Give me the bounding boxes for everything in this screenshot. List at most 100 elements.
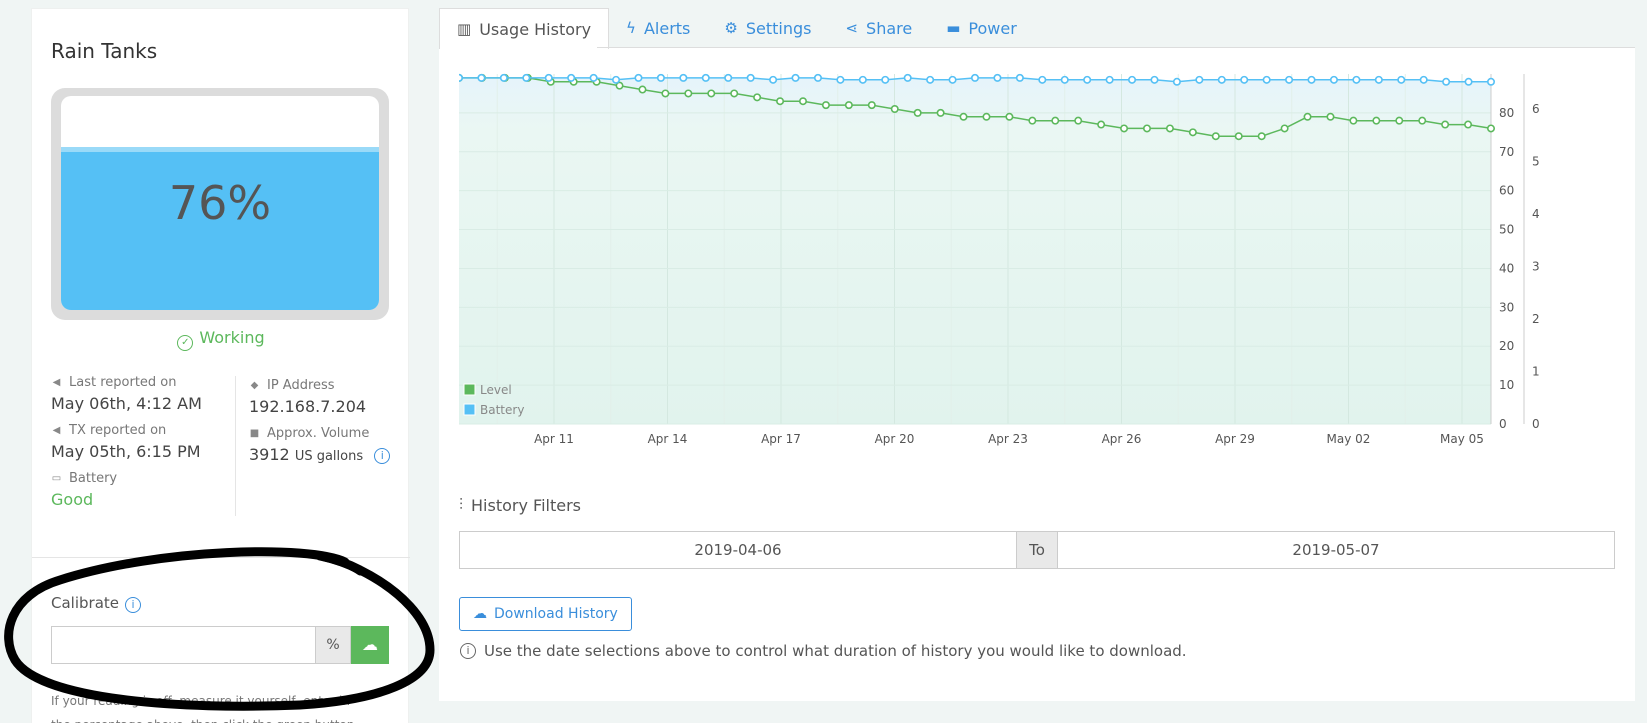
data-point-battery xyxy=(1442,77,1451,86)
device-card: Rain Tanks 76% ✓ Working ◀ Last reported o… xyxy=(31,8,410,723)
chart-area-fill xyxy=(459,77,1491,425)
network-info: ◆ IP Address 192.168.7.204 ■ Approx. Volum… xyxy=(235,376,407,516)
tab-label: Share xyxy=(866,18,913,38)
filters-title-text: History Filters xyxy=(471,495,581,515)
data-point-level xyxy=(1051,116,1060,125)
calibrate-submit-button[interactable]: ☁ xyxy=(351,626,389,664)
data-point-level xyxy=(1487,124,1496,133)
tab-underline xyxy=(597,47,1635,48)
data-point-battery xyxy=(903,73,912,82)
tab-power[interactable]: ▬ Power xyxy=(929,8,1034,48)
data-point-battery xyxy=(679,73,688,82)
ip-value: 192.168.7.204 xyxy=(249,397,367,416)
data-point-level xyxy=(730,89,739,98)
data-point-battery xyxy=(656,73,665,82)
tab-share[interactable]: ⋖ Share xyxy=(828,8,929,48)
data-point-battery xyxy=(1487,77,1496,86)
data-point-battery xyxy=(1038,75,1047,84)
last-reported-value: May 06th, 4:12 AM xyxy=(51,394,202,413)
y-left-tick-label: 20 xyxy=(1499,339,1514,353)
data-point-battery xyxy=(522,73,531,82)
status-text: Working xyxy=(199,328,265,347)
data-point-battery xyxy=(746,73,755,82)
data-point-battery xyxy=(1128,75,1137,84)
data-point-battery xyxy=(836,75,845,84)
data-point-battery xyxy=(1419,75,1428,84)
filters-title: ⫶ History Filters xyxy=(459,495,581,515)
info-icon[interactable]: i xyxy=(125,597,141,613)
info-icon: i xyxy=(460,643,476,659)
data-point-battery xyxy=(589,73,598,82)
tab-bar: ▥ Usage History ϟ Alerts ⚙ Settings ⋖ Share … xyxy=(439,8,1034,49)
data-point-level xyxy=(1418,116,1427,125)
data-point-level xyxy=(1349,116,1358,125)
calibrate-label-row: Calibrate i xyxy=(51,594,141,613)
y-left-tick-label: 0 xyxy=(1499,417,1507,431)
data-point-level xyxy=(1257,132,1266,141)
data-point-level xyxy=(982,112,991,121)
data-point-battery xyxy=(477,73,486,82)
chart-svg: Apr 11 Apr 14 Apr 17 Apr 20 Apr 23 Apr 26 Apr … xyxy=(459,73,1540,446)
data-point-battery xyxy=(1083,75,1092,84)
battery-icon: ▭ xyxy=(51,472,62,484)
data-point-battery xyxy=(1172,77,1181,86)
date-to-addon: To xyxy=(1016,532,1058,568)
data-point-level xyxy=(798,97,807,106)
x-tick-label: Apr 26 xyxy=(1102,432,1142,446)
cloud-upload-icon: ☁ xyxy=(362,635,378,654)
tab-usage-history[interactable]: ▥ Usage History xyxy=(439,8,610,49)
data-point-battery xyxy=(858,75,867,84)
data-point-level xyxy=(1074,116,1083,125)
status-indicator: ✓ Working xyxy=(32,328,410,351)
data-point-level xyxy=(1142,124,1151,133)
data-point-battery xyxy=(1374,75,1383,84)
data-point-level xyxy=(1120,124,1129,133)
gear-icon: ⚙ xyxy=(724,19,738,37)
tab-label: Settings xyxy=(745,18,812,38)
cube-icon: ■ xyxy=(249,427,260,439)
data-point-level xyxy=(1280,124,1289,133)
data-point-battery xyxy=(1015,73,1024,82)
download-history-button[interactable]: ☁ Download History xyxy=(459,597,632,631)
battery-icon: ▬ xyxy=(946,19,961,37)
data-point-battery xyxy=(1240,75,1249,84)
data-point-level xyxy=(1464,120,1473,129)
info-icon[interactable]: i xyxy=(374,448,391,464)
calibrate-label: Calibrate xyxy=(51,594,119,612)
data-point-level xyxy=(684,89,693,98)
bolt-icon: ϟ xyxy=(626,19,636,37)
date-from-input[interactable]: 2019-04-06 xyxy=(460,532,1016,568)
data-point-battery xyxy=(1105,75,1114,84)
data-point-level xyxy=(1211,132,1220,141)
data-point-battery xyxy=(1285,75,1294,84)
data-point-battery xyxy=(544,73,553,82)
report-info: ◀ Last reported on May 06th, 4:12 AM ◀ TX … xyxy=(51,373,223,517)
data-point-battery xyxy=(634,73,643,82)
tab-settings[interactable]: ⚙ Settings xyxy=(707,8,828,48)
date-to-input[interactable]: 2019-05-07 xyxy=(1058,532,1614,568)
data-point-level xyxy=(638,85,647,94)
check-circle-icon: ✓ xyxy=(177,335,194,351)
tab-label: Alerts xyxy=(643,18,691,38)
download-label: Download History xyxy=(494,606,618,622)
tab-alerts[interactable]: ϟ Alerts xyxy=(609,8,707,48)
x-tick-label: Apr 23 xyxy=(988,432,1028,446)
data-point-level xyxy=(661,89,670,98)
data-point-battery xyxy=(1397,75,1406,84)
calibrate-input[interactable] xyxy=(51,626,315,664)
y-left-tick-label: 30 xyxy=(1499,300,1514,314)
data-point-level xyxy=(913,108,922,117)
x-tick-label: Apr 17 xyxy=(761,432,801,446)
data-point-level xyxy=(936,108,945,117)
data-point-level xyxy=(959,112,968,121)
percent-addon: % xyxy=(315,626,351,664)
data-point-level xyxy=(1005,112,1014,121)
data-point-level xyxy=(1395,116,1404,125)
tank-level-label: 76% xyxy=(168,176,272,230)
data-point-battery xyxy=(499,73,508,82)
volume-value-row: 3912 US gallons i xyxy=(249,442,407,472)
data-point-level xyxy=(1165,124,1174,133)
y-left-tick-label: 40 xyxy=(1499,261,1514,275)
tab-label: Power xyxy=(968,18,1017,38)
x-tick-label: May 05 xyxy=(1440,432,1484,446)
